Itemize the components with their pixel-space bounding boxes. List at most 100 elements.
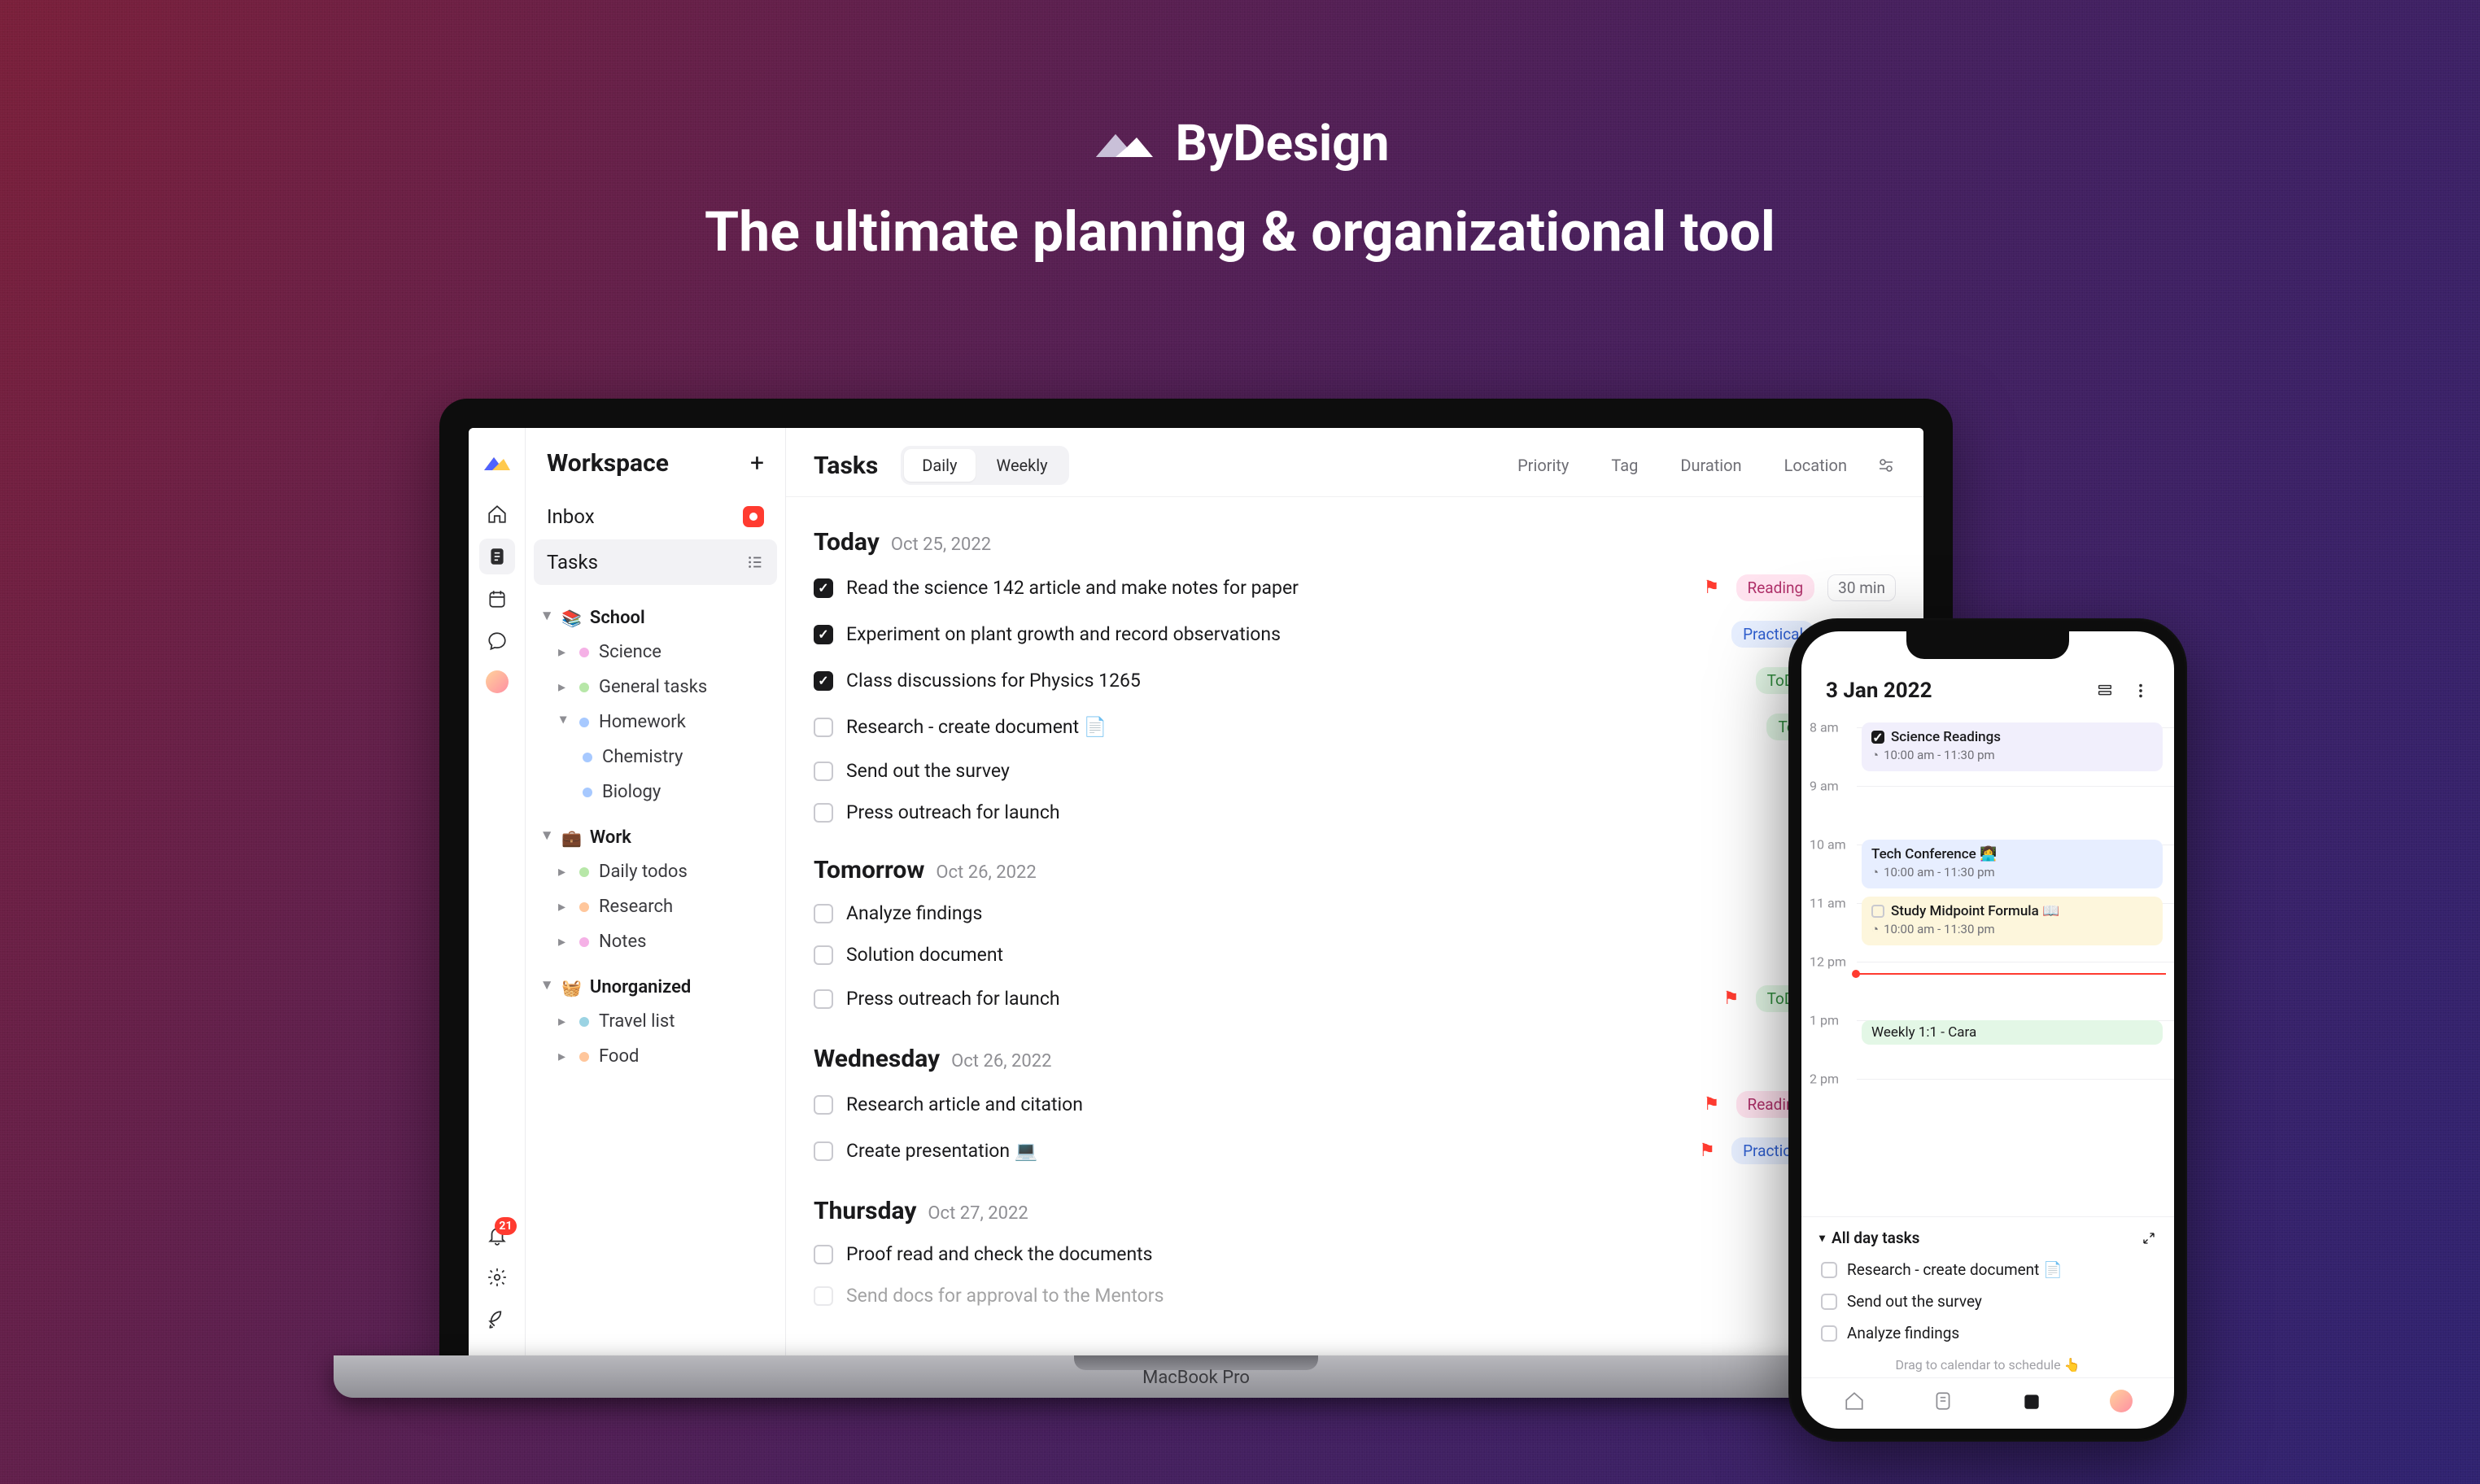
chevron-right-icon: ▸ <box>558 1013 570 1030</box>
now-indicator <box>1857 973 2166 975</box>
task-row[interactable]: Solution document <box>814 934 1896 976</box>
sidebar-item-homework[interactable]: ▸Homework <box>534 705 785 740</box>
chevron-right-icon: ▸ <box>558 1048 570 1065</box>
hour-label: 10 am <box>1810 837 1846 853</box>
sidebar-item-travel[interactable]: ▸Travel list <box>534 1004 785 1039</box>
checkbox-icon[interactable] <box>814 904 833 923</box>
sidebar-item-biology[interactable]: Biology <box>534 775 785 810</box>
task-row[interactable]: Send out the survey <box>814 750 1896 792</box>
home-icon <box>1844 1390 1865 1412</box>
filter-duration[interactable]: Duration <box>1667 451 1754 480</box>
sliders-icon[interactable] <box>1876 456 1896 475</box>
rail-home-button[interactable] <box>479 496 515 532</box>
app-logo-icon <box>482 451 512 474</box>
checkbox-icon[interactable] <box>1821 1262 1837 1278</box>
checkbox-icon <box>1871 905 1884 918</box>
tab-home[interactable] <box>1844 1390 1865 1412</box>
filter-location[interactable]: Location <box>1771 451 1860 480</box>
task-row[interactable]: Experiment on plant growth and record ob… <box>814 611 1896 657</box>
add-workspace-button[interactable]: + <box>750 449 764 478</box>
sidebar-tasks[interactable]: Tasks <box>534 539 777 585</box>
event-weekly-cara[interactable]: Weekly 1:1 - Cara <box>1862 1020 2163 1045</box>
task-row[interactable]: Send docs for approval to the Mentors <box>814 1275 1896 1316</box>
color-dot-icon <box>579 1052 589 1062</box>
basket-emoji-icon: 🧺 <box>561 978 582 997</box>
day-header-wed: Wednesday Oct 26, 2022 <box>814 1022 1896 1081</box>
task-row[interactable]: Proof read and check the documents <box>814 1233 1896 1275</box>
checkbox-icon[interactable] <box>814 803 833 823</box>
filter-tag[interactable]: Tag <box>1598 451 1651 480</box>
tagline: The ultimate planning & organizational t… <box>0 199 2480 264</box>
checkbox-checked-icon[interactable] <box>814 578 833 598</box>
task-row[interactable]: Research - create document 📄ToDo2 hrs <box>814 704 1896 750</box>
tab-avatar[interactable] <box>2110 1390 2133 1412</box>
task-row[interactable]: Class discussions for Physics 1265ToDo45… <box>814 657 1896 704</box>
tab-tasks[interactable] <box>1932 1390 1954 1412</box>
allday-task[interactable]: Send out the survey <box>1819 1285 2156 1317</box>
rail-notifications-button[interactable]: 21 <box>479 1217 515 1253</box>
allday-task[interactable]: Analyze findings <box>1819 1317 2156 1349</box>
sidebar-group-work[interactable]: ▸ 💼 Work <box>534 821 785 854</box>
checkbox-icon[interactable] <box>814 762 833 781</box>
chevron-right-icon: ▸ <box>558 898 570 915</box>
document-icon <box>487 546 508 567</box>
checkbox-icon[interactable] <box>814 1141 833 1161</box>
sidebar-item-general[interactable]: ▸General tasks <box>534 670 785 705</box>
task-row[interactable]: Analyze findings <box>814 893 1896 934</box>
sidebar-item-food[interactable]: ▸Food <box>534 1039 785 1074</box>
event-science-readings[interactable]: Science Readings ◔10:00 am - 11:30 pm <box>1862 722 2163 771</box>
task-row[interactable]: Research article and citation⚑Reading30 … <box>814 1081 1896 1128</box>
filter-priority[interactable]: Priority <box>1504 451 1582 480</box>
laptop-model-label: MacBook Pro <box>1142 1368 1250 1388</box>
checkbox-icon[interactable] <box>814 945 833 965</box>
checkbox-icon[interactable] <box>814 989 833 1009</box>
sidebar-item-science[interactable]: ▸Science <box>534 635 785 670</box>
rail-calendar-button[interactable] <box>479 581 515 617</box>
rail-settings-button[interactable] <box>479 1259 515 1295</box>
clock-icon: ◔ <box>1871 865 1879 879</box>
document-icon <box>1932 1390 1954 1412</box>
tab-weekly[interactable]: Weekly <box>979 449 1066 482</box>
expand-icon[interactable] <box>2142 1231 2156 1246</box>
sidebar-group-school-label: School <box>590 608 645 628</box>
rail-avatar[interactable] <box>486 670 509 693</box>
sidebar-item-research[interactable]: ▸Research <box>534 889 785 924</box>
checkbox-icon[interactable] <box>814 1286 833 1306</box>
sidebar-item-notes[interactable]: ▸Notes <box>534 924 785 959</box>
checkbox-checked-icon[interactable] <box>814 671 833 691</box>
sidebar-item-daily[interactable]: ▸Daily todos <box>534 854 785 889</box>
checkbox-icon[interactable] <box>1821 1325 1837 1342</box>
rail-chat-button[interactable] <box>479 623 515 659</box>
flag-icon: ⚑ <box>1701 1094 1723 1115</box>
checkbox-icon[interactable] <box>814 718 833 737</box>
checkbox-icon[interactable] <box>814 1095 833 1115</box>
rail-rocket-button[interactable] <box>479 1302 515 1338</box>
checkbox-icon[interactable] <box>814 1245 833 1264</box>
task-row[interactable]: Press outreach for launch⚑ToDo45 min <box>814 976 1896 1022</box>
event-study-midpoint[interactable]: Study Midpoint Formula 📖 ◔10:00 am - 11:… <box>1862 897 2163 945</box>
gear-icon <box>487 1267 508 1288</box>
sidebar-group-school[interactable]: ▸ 📚 School <box>534 601 785 635</box>
task-row[interactable]: Read the science 142 article and make no… <box>814 565 1896 611</box>
tab-daily[interactable]: Daily <box>904 449 975 482</box>
more-vertical-icon[interactable] <box>2132 682 2150 700</box>
sidebar-item-chemistry[interactable]: Chemistry <box>534 740 785 775</box>
sidebar-inbox[interactable]: Inbox <box>534 494 777 539</box>
tab-calendar[interactable] <box>2021 1390 2042 1412</box>
event-tech-conference[interactable]: Tech Conference 👩‍💻 ◔10:00 am - 11:30 pm <box>1862 840 2163 888</box>
list-view-icon[interactable] <box>2096 682 2114 700</box>
checkbox-icon[interactable] <box>1821 1294 1837 1310</box>
phone-agenda[interactable]: 8 am 9 am 10 am 11 am 12 pm 1 pm 2 pm Sc… <box>1801 711 2174 1216</box>
phone-allday: ▾All day tasks Research - create documen… <box>1801 1216 2174 1377</box>
chevron-down-icon: ▸ <box>556 717 573 728</box>
allday-task[interactable]: Research - create document 📄 <box>1819 1254 2156 1285</box>
checkbox-checked-icon[interactable] <box>814 625 833 644</box>
clock-icon: ◔ <box>1871 748 1879 762</box>
sidebar-group-unorganized[interactable]: ▸ 🧺 Unorganized <box>534 971 785 1004</box>
phone-tabbar <box>1801 1377 2174 1429</box>
chevron-down-icon[interactable]: ▾ <box>1819 1232 1825 1245</box>
task-row[interactable]: Create presentation 💻⚑Practical15 min <box>814 1128 1896 1174</box>
task-row[interactable]: Press outreach for launch <box>814 792 1896 833</box>
brand-logo-icon <box>1091 120 1156 168</box>
rail-tasks-button[interactable] <box>479 539 515 574</box>
